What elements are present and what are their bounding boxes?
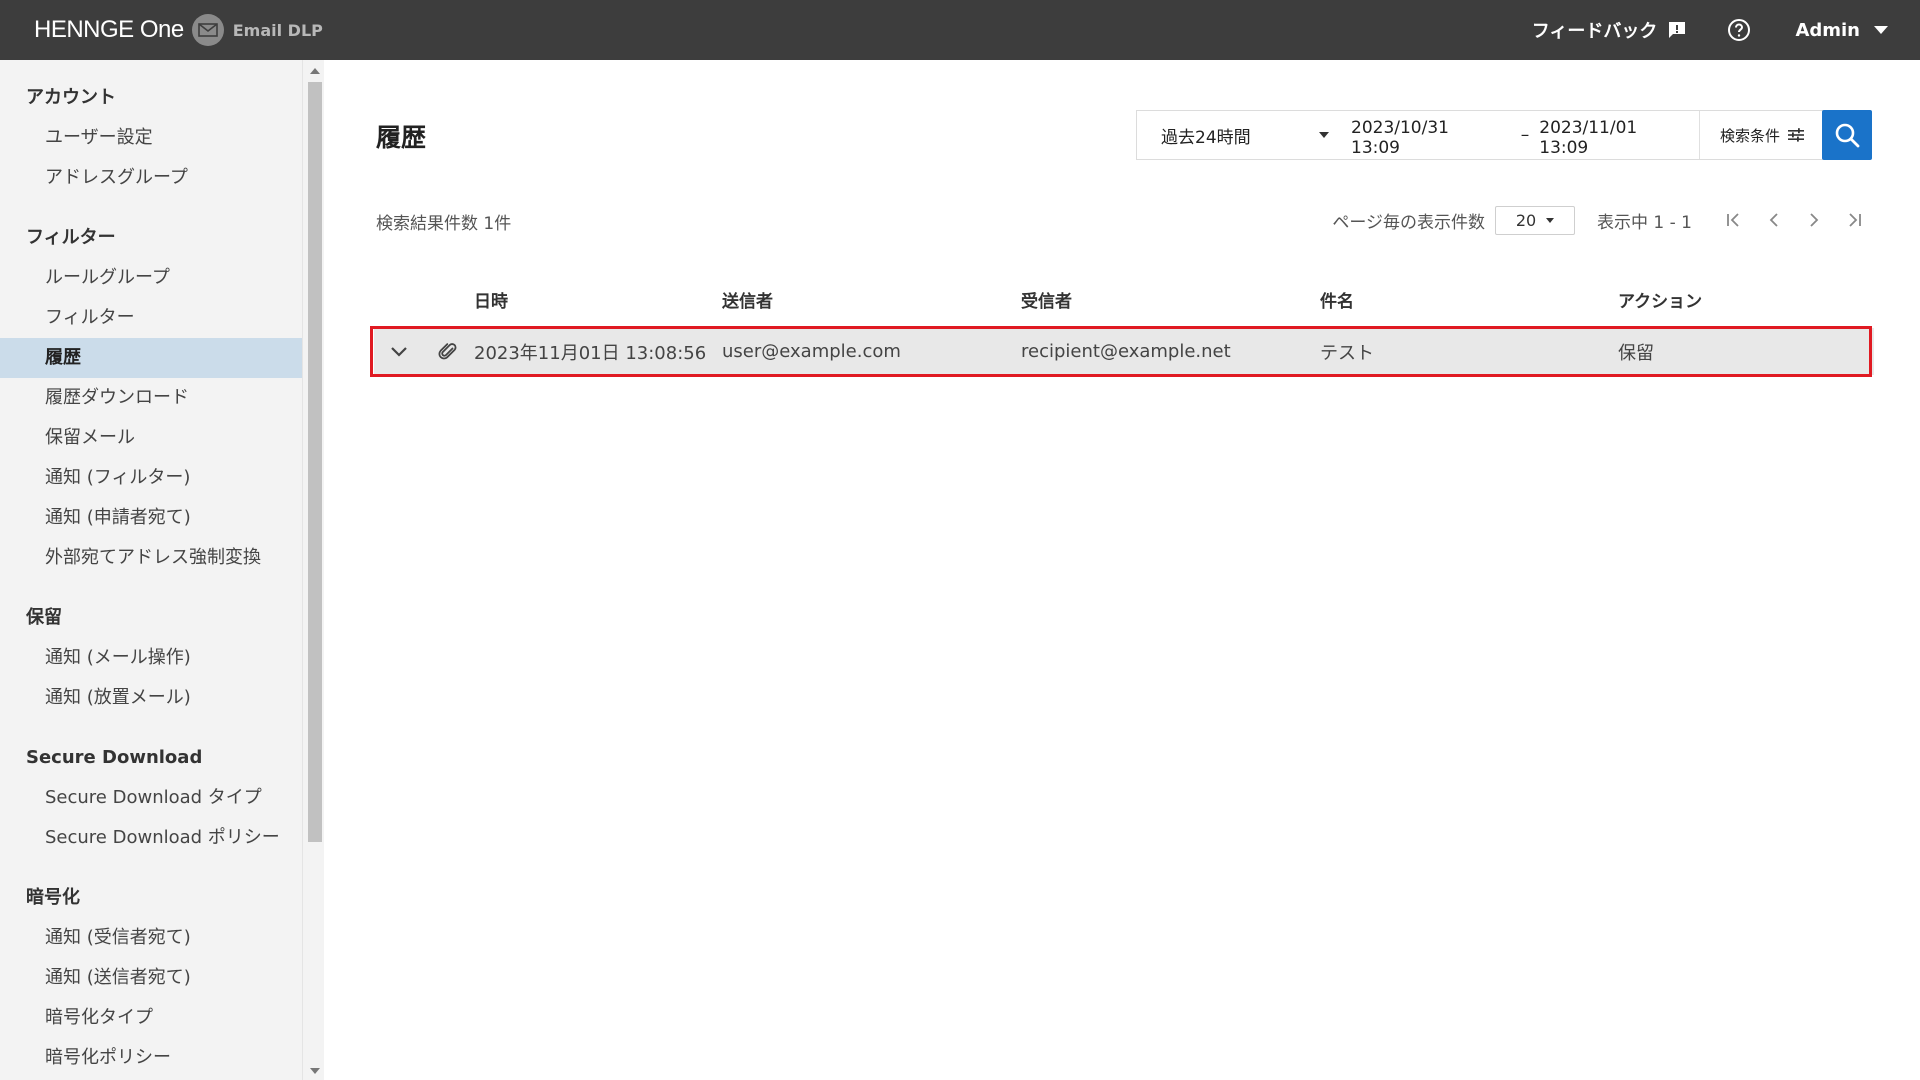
row-subject: テスト [1320,342,1374,364]
date-from: 2023/10/31 13:09 [1351,117,1466,158]
last-page-button[interactable] [1834,205,1874,235]
sidebar-item[interactable]: ユーザー設定 [0,118,302,158]
search-button[interactable] [1822,110,1872,160]
table-header: 日時 送信者 受信者 件名 アクション [374,278,1874,320]
expand-row-button[interactable] [374,346,424,358]
user-name: Admin [1795,19,1860,41]
per-page-select[interactable]: 20 [1495,205,1576,235]
attachment-indicator [424,342,471,362]
sidebar-item[interactable]: フィルター [0,298,302,338]
sidebar-item[interactable]: 通知 (フィルター) [0,458,302,498]
pagination: ページ毎の表示件数 20 表示中 1 - 1 [1332,205,1874,235]
top-bar: HENNGE One Email DLP フィードバック Admin [0,0,1920,60]
search-filter-bar: 過去24時間 2023/10/31 13:09 – 2023/11/01 13:… [1136,110,1823,160]
first-page-button[interactable] [1714,205,1754,235]
sidebar-item[interactable]: 通知 (送信者宛て) [0,958,302,998]
feedback-button[interactable]: フィードバック [1532,17,1688,43]
sidebar-item[interactable]: 通知 (受信者宛て) [0,918,302,958]
tune-icon [1788,128,1805,142]
help-circle-icon [1728,19,1751,41]
column-header-date[interactable]: 日時 [471,287,722,312]
table-row[interactable]: 2023年11月01日 13:08:56 user@example.com re… [374,328,1874,375]
period-value: 過去24時間 [1161,127,1251,148]
sidebar-scrollbar[interactable] [302,60,324,1080]
row-date: 2023年11月01日 13:08:56 [474,342,707,364]
dropdown-caret-icon [1319,132,1329,138]
sidebar-section-title: 保留 [26,607,62,628]
sidebar-section-title: アカウント [26,87,116,108]
sidebar-item[interactable]: Secure Download タイプ [0,778,302,818]
sidebar-item[interactable]: ルールグループ [0,258,302,298]
column-header-sender[interactable]: 送信者 [722,287,1021,312]
date-separator: – [1520,125,1530,145]
dropdown-caret-icon [1546,217,1555,223]
sidebar-item[interactable]: 通知 (申請者宛て) [0,498,302,538]
sidebar-item[interactable]: 履歴ダウンロード [0,378,302,418]
next-page-button[interactable] [1794,205,1834,235]
date-range[interactable]: 2023/10/31 13:09 – 2023/11/01 13:09 [1343,113,1699,158]
per-page-value: 20 [1515,210,1537,230]
sidebar-section-title: Secure Download [26,747,203,768]
result-count: 検索結果件数 1件 [376,214,512,234]
search-conditions-label: 検索条件 [1720,126,1781,145]
sidebar-item[interactable]: 外部宛てアドレス強制変換 [0,538,302,578]
next-page-icon [1810,213,1819,227]
search-icon [1835,123,1860,148]
scroll-thumb[interactable] [308,82,322,842]
column-header-recipient[interactable]: 受信者 [1021,287,1320,312]
page-title: 履歴 [376,123,427,152]
product-name: Email DLP [232,20,323,40]
sidebar-item[interactable]: アドレスグループ [0,158,302,198]
help-button[interactable] [1727,18,1751,42]
sidebar: アカウント ユーザー設定 アドレスグループ フィルター ルールグループ フィルター 履歴 履歴… [0,60,324,1080]
sidebar-item[interactable]: 通知 (メール操作) [0,638,302,678]
feedback-label: フィードバック [1531,21,1658,42]
sidebar-item[interactable]: 保留メール [0,418,302,458]
sidebar-item[interactable]: 暗号化ポリシー [0,1038,302,1078]
date-to: 2023/11/01 13:09 [1539,117,1655,158]
period-select[interactable]: 過去24時間 [1137,111,1343,159]
row-sender: user@example.com [722,341,901,362]
page-range-label: 表示中 1 - 1 [1597,212,1692,233]
chevron-down-icon [391,346,407,357]
row-recipient: recipient@example.net [1021,341,1231,362]
feedback-icon [1669,22,1686,38]
sidebar-item[interactable]: 暗号化タイプ [0,998,302,1038]
search-conditions-button[interactable]: 検索条件 [1699,111,1823,159]
sidebar-section-title: フィルター [26,227,116,248]
column-header-subject[interactable]: 件名 [1320,287,1618,312]
sidebar-item[interactable]: 通知 (放置メール) [0,678,302,718]
brand-name: HENNGE One [34,16,184,43]
row-action: 保留 [1618,342,1654,364]
sidebar-nav: アカウント ユーザー設定 アドレスグループ フィルター ルールグループ フィルター 履歴 履歴… [0,60,302,1080]
column-header-action[interactable]: アクション [1618,287,1818,312]
sidebar-item[interactable]: 履歴 [0,338,302,378]
brand-logo[interactable]: HENNGE One Email DLP [34,0,323,60]
prev-page-button[interactable] [1754,205,1794,235]
scroll-up-icon[interactable] [310,68,320,74]
scroll-down-icon[interactable] [310,1068,320,1074]
main-content: 履歴 過去24時間 2023/10/31 13:09 – 2023/11/01 … [324,60,1920,1080]
prev-page-icon [1769,213,1778,227]
user-menu[interactable]: Admin [1795,20,1888,41]
per-page-label: ページ毎の表示件数 [1332,212,1486,233]
last-page-icon [1849,213,1861,227]
sidebar-item[interactable]: Secure Download ポリシー [0,818,302,858]
mail-icon [191,14,224,46]
first-page-icon [1727,213,1739,227]
caret-down-icon [1874,26,1888,34]
paperclip-icon [437,342,456,359]
sidebar-section-title: 暗号化 [26,887,80,908]
